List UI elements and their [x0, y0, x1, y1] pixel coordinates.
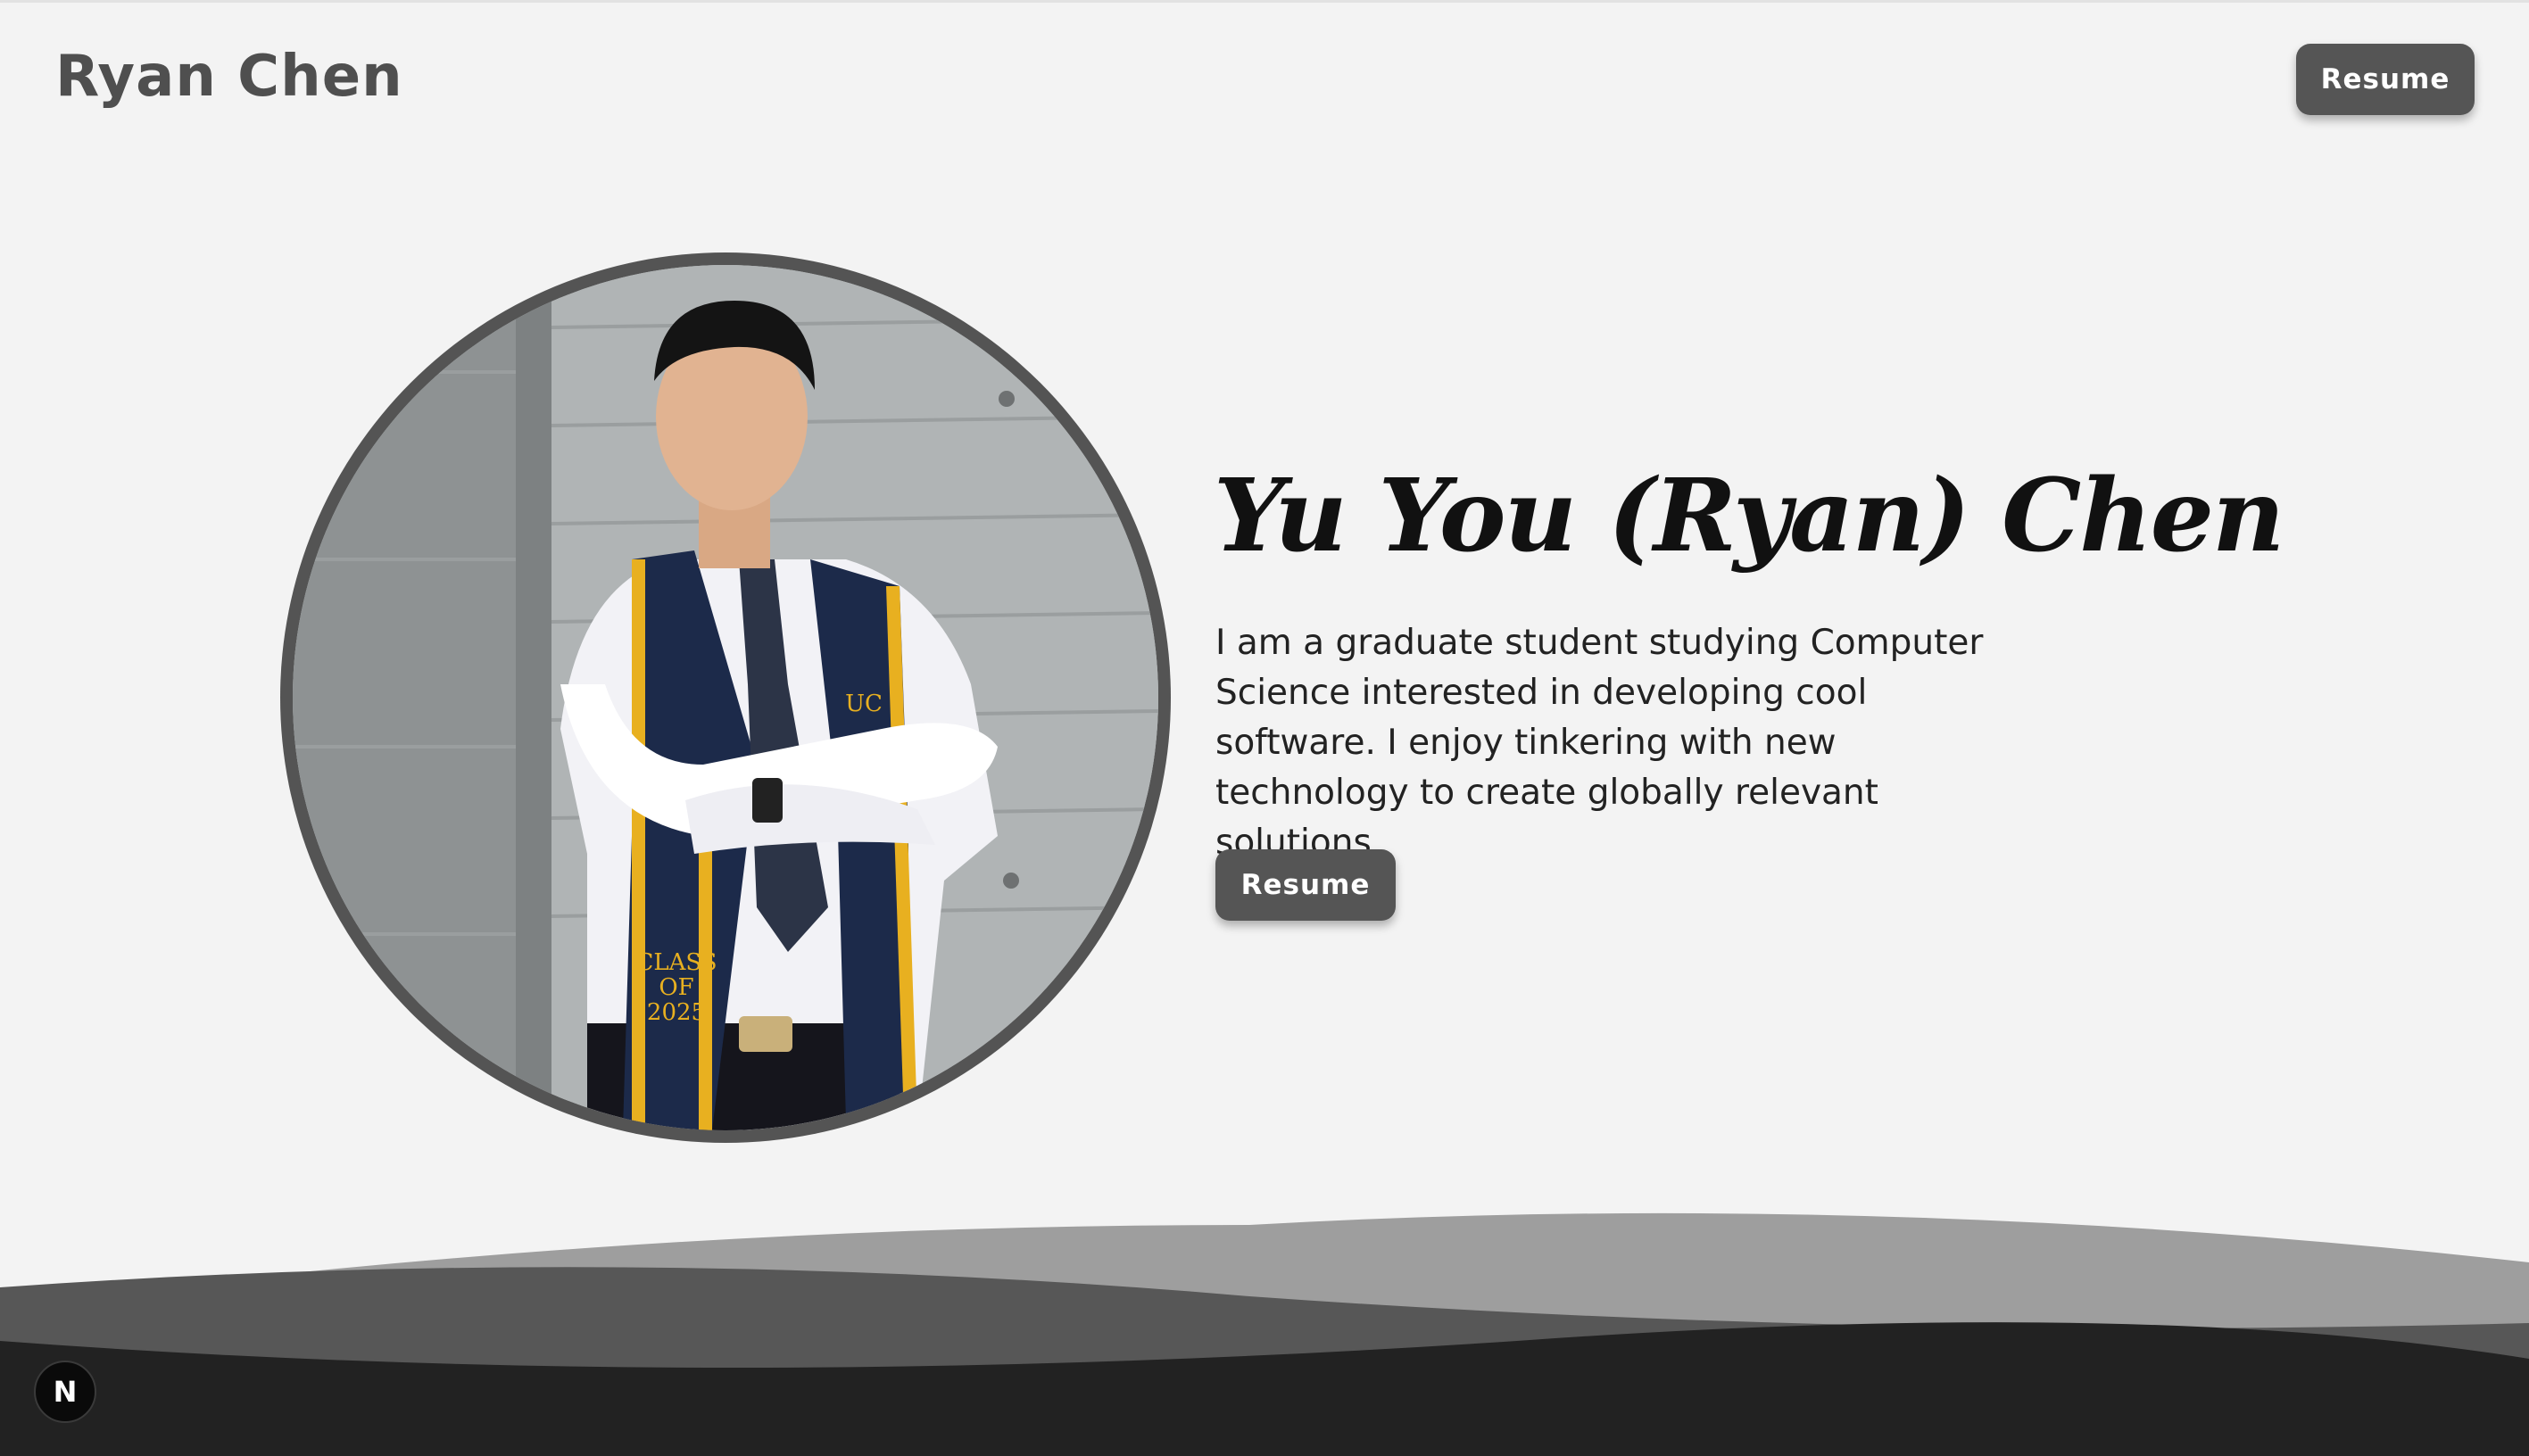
hero-resume-button[interactable]: Resume — [1215, 849, 1396, 921]
stole-year-text: 2025 — [647, 999, 706, 1026]
profile-photo-frame: CLASS OF 2025 UC — [280, 252, 1171, 1143]
hero-name: Yu You (Ryan) Chen — [1214, 458, 2284, 575]
nextjs-dev-badge[interactable]: N — [34, 1361, 96, 1423]
stole-class-text: CLASS — [635, 949, 717, 976]
profile-photo: CLASS OF 2025 UC — [293, 265, 1158, 1130]
site-title[interactable]: Ryan Chen — [55, 44, 403, 110]
portfolio-page: Ryan Chen Resume CLASS OF 2025 UC Yu You… — [0, 0, 2529, 1456]
stole-uc-text: UC — [845, 691, 883, 717]
footer-waves — [0, 1212, 2529, 1456]
hero-bio: I am a graduate student studying Compute… — [1215, 623, 1984, 863]
stole-of-text: OF — [659, 974, 693, 1001]
profile-photo-illustration: CLASS OF 2025 UC — [293, 265, 1158, 1130]
header-resume-button[interactable]: Resume — [2296, 44, 2475, 115]
